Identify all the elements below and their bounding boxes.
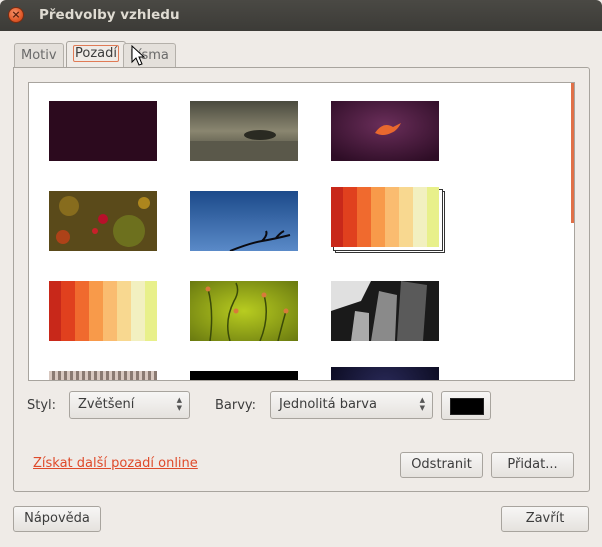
wallpaper-thumb[interactable] — [190, 101, 298, 161]
updown-arrows-icon: ▲ ▼ — [419, 396, 425, 412]
add-button[interactable]: Přidat... — [491, 452, 574, 478]
wallpaper-thumb[interactable] — [49, 101, 157, 161]
window-title: Předvolby vzhledu — [39, 7, 180, 23]
wallpaper-thumb[interactable] — [331, 281, 439, 341]
remove-button[interactable]: Odstranit — [400, 452, 483, 478]
wallpaper-thumb[interactable] — [331, 367, 439, 380]
color-swatch — [450, 398, 484, 415]
wallpaper-thumb[interactable] — [49, 281, 157, 341]
style-combo[interactable]: Zvětšení ▲ ▼ — [69, 391, 190, 419]
wallpaper-thumb[interactable] — [49, 191, 157, 251]
colors-label: Barvy: — [215, 398, 257, 413]
color-picker-button[interactable] — [441, 391, 491, 420]
get-more-backgrounds-link[interactable]: Získat další pozadí online — [33, 456, 198, 471]
style-combo-value: Zvětšení — [78, 397, 135, 412]
updown-arrows-icon: ▲ ▼ — [176, 396, 182, 412]
wallpaper-slideshow-thumb[interactable] — [331, 187, 445, 253]
style-label: Styl: — [27, 398, 57, 413]
colors-combo-value: Jednolitá barva — [279, 397, 377, 412]
tab-pozadi[interactable]: Pozadí — [66, 41, 126, 68]
colors-combo[interactable]: Jednolitá barva ▲ ▼ — [270, 391, 433, 419]
wallpaper-thumb[interactable] — [331, 101, 439, 161]
tab-pozadi-label: Pozadí — [73, 45, 119, 62]
wallpaper-thumb[interactable] — [190, 191, 298, 251]
wallpaper-thumb[interactable] — [190, 371, 298, 380]
cursor-icon — [131, 45, 145, 66]
title-bar: × Předvolby vzhledu — [0, 0, 602, 31]
help-button[interactable]: Nápověda — [13, 506, 101, 532]
close-button[interactable]: Zavřít — [501, 506, 589, 532]
tab-motiv[interactable]: Motiv — [14, 43, 64, 67]
wallpaper-thumb[interactable] — [190, 281, 298, 341]
scrollbar-indicator[interactable] — [571, 83, 574, 223]
wallpaper-thumb[interactable] — [49, 371, 157, 380]
wallpaper-grid[interactable] — [28, 82, 575, 381]
close-icon[interactable]: × — [8, 7, 24, 23]
tab-motiv-label: Motiv — [21, 48, 57, 63]
